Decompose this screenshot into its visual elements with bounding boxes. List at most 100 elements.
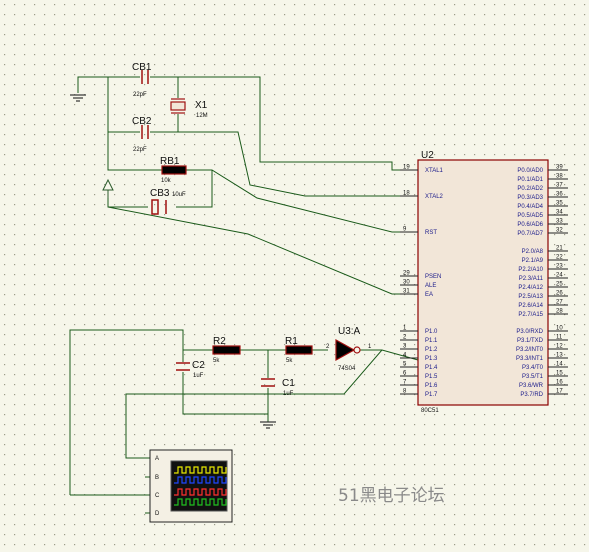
r2-body [212,345,241,355]
u2-pin-number: 38 [556,174,563,180]
u2-pin-name: P2.3/A11 [519,276,544,282]
u2-pin-number: 37 [556,183,563,189]
rb1-ref: RB1 [160,156,180,167]
u2-pin-name: P2.1/A9 [522,258,544,264]
u2-pin-name: P2.4/A12 [518,285,543,291]
mcu-u2[interactable]: U2 80C51 19XTAL118XTAL29RST29PSEN30ALE31… [400,150,568,414]
rb1-body [161,165,187,175]
cb1-ref: CB1 [132,62,152,73]
u2-pin-name: P2.0/A8 [522,249,544,255]
scope-channel-label: B [155,475,159,481]
r1-body [285,345,313,355]
u2-pin-number: 18 [403,191,410,197]
u2-part: 80C51 [421,408,439,414]
u2-pin-name: P3.5/T1 [522,374,544,380]
u2-pin-name: P1.2 [425,347,438,353]
u2-pin-name: P2.2/A10 [518,267,543,273]
u2-pin-number: 33 [556,219,563,225]
u2-pin-name: P3.3/INT1 [516,356,544,362]
r1-ref: R1 [285,336,298,347]
u2-pin-name: P1.5 [425,374,438,380]
u2-pin-name: PSEN [425,274,441,280]
u2-pin-name: P3.0/RXD [516,329,543,335]
scope-channel-label: A [155,456,159,462]
u2-pin-name: P0.7/AD7 [517,231,543,237]
u2-pin-name: P3.4/T0 [522,365,544,371]
u2-pin-number: 30 [403,280,410,286]
cb3-value: 10uF [172,192,186,198]
u2-pin-number: 32 [556,228,563,234]
u2-pin-name: P2.7/A15 [518,312,543,318]
u2-pin-name: P3.7/RD [520,392,543,398]
x1-value: 12M [196,113,208,119]
u2-pin-number: 36 [556,192,563,198]
u2-pin-name: P0.0/AD0 [517,168,543,174]
u2-pin-number: 13 [556,353,563,359]
cb2-ref: CB2 [132,116,152,127]
u2-pin-name: P1.4 [425,365,438,371]
u2-pin-number: 34 [556,210,563,216]
u2-pin-number: 31 [403,289,410,295]
u2-pin-number: 25 [556,282,563,288]
u2-pin-number: 19 [403,165,410,171]
u2-pin-name: P0.4/AD4 [517,204,543,210]
watermark: 51黑电子论坛 [338,486,445,506]
u2-pin-number: 10 [556,326,563,332]
x1-ref: X1 [195,100,208,111]
schematic-canvas: CB1 22pF CB2 22pF X1 12M RB1 10k CB3 10u [0,0,589,552]
u2-ref: U2 [421,150,434,161]
u3-part: 74S04 [338,366,356,372]
cb3-ref: CB3 [150,188,170,199]
r2-value: 5k [213,358,220,364]
u2-pin-name: P3.2/INT0 [516,347,544,353]
u2-pin-number: 11 [556,335,563,341]
u2-pin-name: P0.5/AD5 [517,213,543,219]
u2-pin-name: XTAL1 [425,168,444,174]
u2-pin-name: P1.1 [425,338,438,344]
scope-channel-label: C [155,493,160,499]
u2-pin-name: P1.6 [425,383,438,389]
u2-pin-name: P2.6/A14 [518,303,543,309]
cb1-value: 22pF [133,92,147,98]
u2-pin-number: 22 [556,255,563,261]
u2-pin-number: 16 [556,380,563,386]
u2-pin-number: 39 [556,165,563,171]
u2-pin-number: 23 [556,264,563,270]
u2-pin-number: 26 [556,291,563,297]
u2-pin-name: P1.3 [425,356,438,362]
u2-pin-number: 21 [556,246,563,252]
u2-pin-name: P3.6/WR [519,383,544,389]
u2-pin-name: P0.2/AD2 [517,186,543,192]
u2-pin-name: P0.6/AD6 [517,222,543,228]
u3-ref: U3:A [338,326,361,337]
u2-pin-name: ALE [425,283,436,289]
u2-pin-name: P3.1/TXD [517,338,544,344]
u2-pin-number: 24 [556,273,563,279]
c2-value: 1uF [193,373,204,379]
r1-value: 5k [286,358,293,364]
u2-pin-number: 17 [556,389,563,395]
u2-pin-number: 27 [556,300,563,306]
scope-channel-label: D [155,511,160,517]
u2-pin-number: 12 [556,344,563,350]
u2-pin-name: P1.7 [425,392,438,398]
c1-value: 1uF [283,391,294,397]
u2-pin-name: RST [425,230,437,236]
u2-pin-number: 14 [556,362,563,368]
oscilloscope[interactable]: A B C D [149,449,233,523]
u2-pin-number: 29 [403,271,410,277]
u2-pin-name: P0.1/AD1 [517,177,543,183]
inverter-bubble [353,346,361,354]
u2-pin-number: 28 [556,309,563,315]
u2-pin-name: P2.5/A13 [518,294,543,300]
u2-pin-name: P0.3/AD3 [517,195,543,201]
r2-ref: R2 [213,336,226,347]
u2-pin-name: XTAL2 [425,194,444,200]
c2-ref: C2 [192,360,205,371]
rb1-value: 10k [161,178,172,184]
cb2-value: 22pF [133,147,147,153]
u2-pin-name: P1.0 [425,329,438,335]
c1-ref: C1 [282,378,295,389]
u2-pin-number: 15 [556,371,563,377]
u2-pin-name: EA [425,292,433,298]
